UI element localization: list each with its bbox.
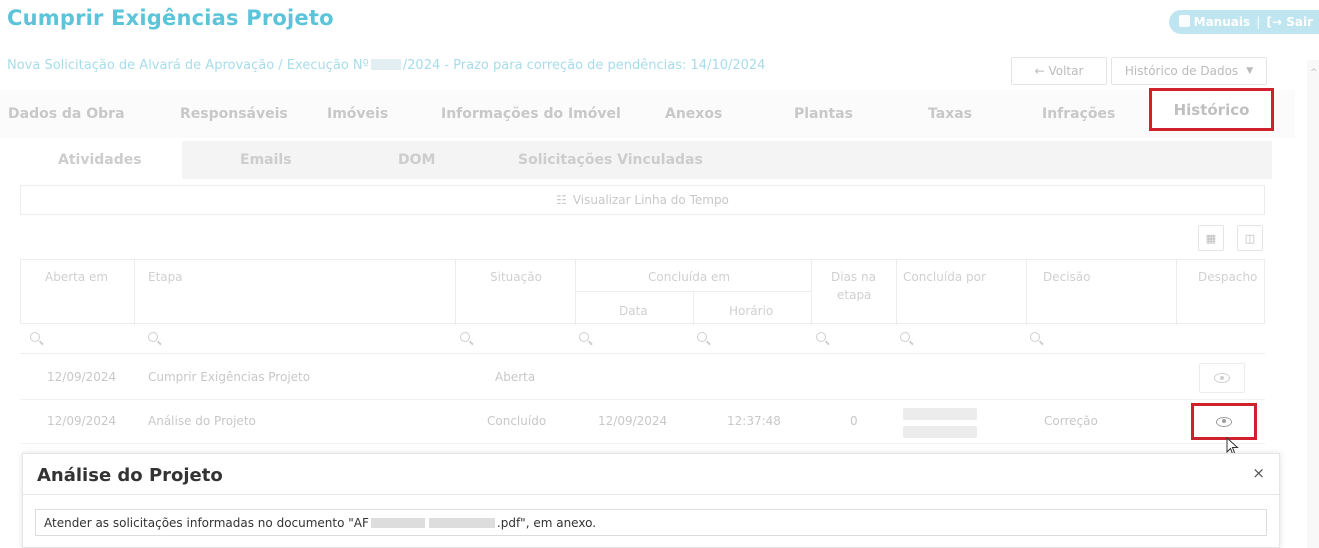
- despacho-text: Atender as solicitações informadas no do…: [35, 509, 1267, 536]
- search-icon[interactable]: [30, 332, 40, 342]
- search-icon[interactable]: [900, 332, 910, 342]
- col-concluida-por[interactable]: Concluída por: [903, 270, 986, 284]
- tab-responsaveis[interactable]: Responsáveis: [180, 106, 288, 122]
- divider: [1026, 260, 1027, 325]
- timeline-icon: ☷: [556, 193, 567, 207]
- redacted-user: [903, 408, 977, 420]
- col-decisao[interactable]: Decisão: [1043, 270, 1091, 284]
- cell-etapa: Análise do Projeto: [148, 414, 256, 428]
- tab-imoveis[interactable]: Imóveis: [327, 106, 388, 122]
- tab-anexos[interactable]: Anexos: [665, 106, 722, 122]
- cell-etapa: Cumprir Exigências Projeto: [148, 370, 311, 384]
- historico-dados-dropdown[interactable]: Histórico de Dados ▼: [1111, 57, 1267, 85]
- search-icon[interactable]: [816, 332, 826, 342]
- cell-situacao: Aberta: [495, 370, 536, 384]
- table-row[interactable]: 12/09/2024 Análise do Projeto Concluído …: [20, 400, 1265, 444]
- voltar-button[interactable]: ← Voltar: [1011, 57, 1107, 85]
- tab-dados-da-obra[interactable]: Dados da Obra: [8, 106, 125, 122]
- redacted-text: [428, 517, 495, 528]
- main-tabs: Dados da Obra Responsáveis Imóveis Infor…: [0, 90, 1295, 138]
- tab-informacoes-do-imovel[interactable]: Informações do Imóvel: [441, 106, 621, 122]
- search-icon[interactable]: [697, 332, 707, 342]
- col-etapa[interactable]: Etapa: [148, 270, 183, 284]
- view-despacho-button-highlighted[interactable]: [1191, 403, 1257, 440]
- eye-icon: [1216, 416, 1232, 427]
- eye-icon: [1214, 373, 1230, 383]
- search-icon[interactable]: [148, 332, 158, 342]
- top-actions: Manuais | [→ Sair: [1168, 10, 1319, 34]
- search-icon[interactable]: [1030, 332, 1040, 342]
- column-chooser-button[interactable]: ◫: [1237, 225, 1263, 251]
- search-icon[interactable]: [579, 332, 589, 342]
- redacted-number: [370, 59, 401, 70]
- scrollbar[interactable]: ^: [1307, 60, 1319, 548]
- divider: [693, 291, 694, 325]
- sub-tab-solicitacoes-vinculadas[interactable]: Solicitações Vinculadas: [518, 152, 703, 168]
- request-subtitle: Nova Solicitação de Alvará de Aprovação …: [7, 58, 766, 73]
- view-despacho-button[interactable]: [1199, 363, 1245, 393]
- book-icon: [1178, 15, 1190, 27]
- divider: [575, 260, 576, 325]
- col-situacao[interactable]: Situação: [490, 270, 542, 284]
- cell-aberta-em: 12/09/2024: [47, 414, 117, 428]
- col-concluida-em: Concluída em: [648, 270, 731, 284]
- grid-header: Aberta em Etapa Situação Concluída em Da…: [20, 259, 1265, 325]
- table-row[interactable]: 12/09/2024 Cumprir Exigências Projeto Ab…: [20, 356, 1265, 400]
- col-dias-na-etapa[interactable]: Dias na: [831, 270, 876, 284]
- divider: [811, 260, 812, 325]
- redacted-user: [903, 426, 977, 438]
- divider: |: [1256, 15, 1261, 29]
- col-data[interactable]: Data: [619, 304, 648, 318]
- col-aberta-em[interactable]: Aberta em: [45, 270, 108, 284]
- sub-tab-atividades[interactable]: Atividades: [58, 152, 142, 168]
- cell-aberta-em: 12/09/2024: [47, 370, 117, 384]
- sub-tabs: Atividades Emails DOM Solicitações Vincu…: [14, 141, 1272, 179]
- divider: [1176, 260, 1177, 325]
- close-icon[interactable]: ×: [1252, 464, 1265, 482]
- cell-situacao: Concluído: [487, 414, 547, 428]
- logout-icon: [→: [1266, 15, 1287, 29]
- cell-data: 12/09/2024: [598, 414, 668, 428]
- sub-tab-dom[interactable]: DOM: [398, 152, 435, 168]
- chevron-up-icon: ^: [1310, 68, 1318, 78]
- cell-dias: 0: [850, 414, 858, 428]
- manuais-button[interactable]: Manuais: [1178, 15, 1250, 29]
- sair-button[interactable]: [→ Sair: [1267, 15, 1314, 29]
- cell-horario: 12:37:48: [727, 414, 781, 428]
- despacho-panel: Análise do Projeto × Atender as solicita…: [22, 453, 1280, 548]
- spreadsheet-icon: ▦: [1205, 231, 1217, 245]
- page-title: Cumprir Exigências Projeto: [7, 6, 334, 30]
- filter-row: [20, 324, 1265, 354]
- search-icon[interactable]: [460, 332, 470, 342]
- tab-infracoes[interactable]: Infrações: [1042, 106, 1115, 122]
- col-horario[interactable]: Horário: [729, 304, 773, 318]
- cell-decisao: Correção: [1044, 414, 1098, 428]
- tab-taxas[interactable]: Taxas: [928, 106, 972, 122]
- tab-plantas[interactable]: Plantas: [794, 106, 853, 122]
- sub-tab-emails[interactable]: Emails: [240, 152, 292, 168]
- panel-title: Análise do Projeto: [37, 465, 223, 486]
- divider: [134, 260, 135, 325]
- col-despacho: Despacho: [1198, 270, 1258, 284]
- caret-down-icon: ▼: [1246, 66, 1254, 76]
- divider: [455, 260, 456, 325]
- columns-icon: ◫: [1244, 231, 1256, 245]
- col-dias-na-etapa-line2: etapa: [837, 288, 872, 302]
- redacted-text: [370, 517, 425, 528]
- export-excel-button[interactable]: ▦: [1198, 225, 1224, 251]
- tab-historico[interactable]: Histórico: [1149, 88, 1274, 131]
- arrow-left-icon: ←: [1034, 64, 1049, 78]
- timeline-button[interactable]: ☷ Visualizar Linha do Tempo: [20, 185, 1265, 215]
- divider: [575, 291, 811, 292]
- divider: [23, 494, 1279, 495]
- divider: [896, 260, 897, 325]
